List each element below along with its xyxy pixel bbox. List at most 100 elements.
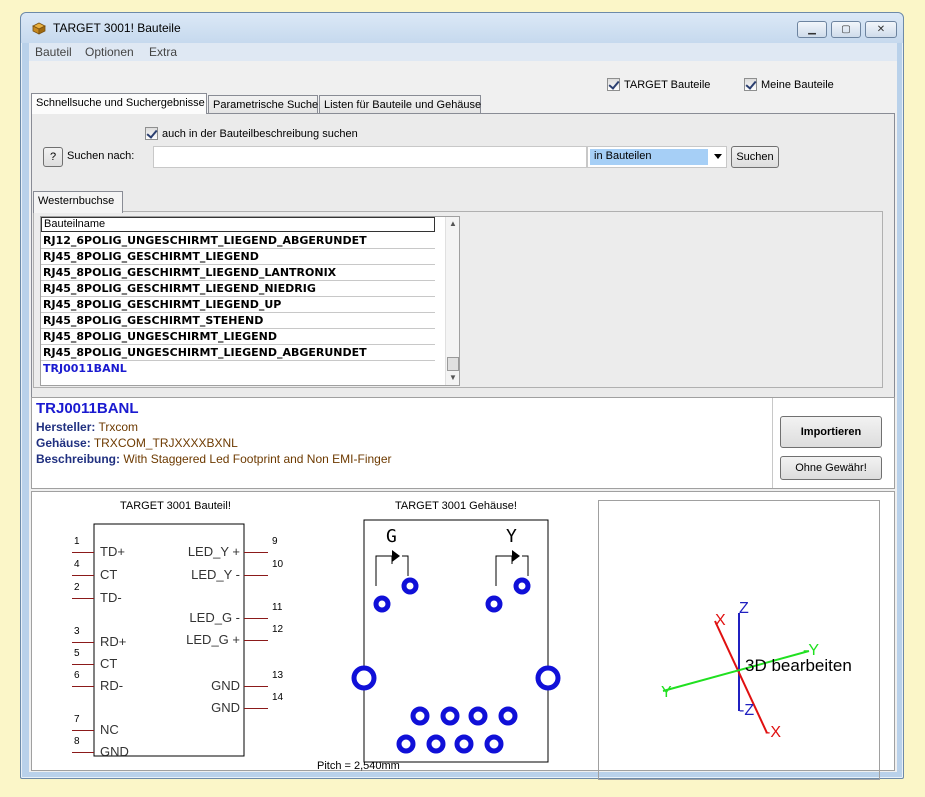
list-item[interactable]: RJ45_8POLIG_GESCHIRMT_LIEGEND_NIEDRIG bbox=[41, 281, 435, 297]
pin-name: LED_Y - bbox=[191, 567, 240, 582]
axis-neg-x-label: -X bbox=[765, 724, 781, 741]
preview-area: TARGET 3001 Bauteil! 1 TD+ 4 CT 2 TD- 3 RD+ 5 CT 6… bbox=[31, 491, 895, 780]
pin-line bbox=[72, 552, 94, 553]
search-input[interactable] bbox=[153, 146, 587, 168]
package-caption: TARGET 3001 Gehäuse! bbox=[395, 500, 517, 512]
package-footprint[interactable]: G Y bbox=[332, 516, 572, 766]
chevron-down-icon bbox=[714, 154, 722, 159]
pin-line bbox=[72, 664, 94, 665]
window-title: TARGET 3001! Bauteile bbox=[53, 21, 181, 35]
list-item[interactable]: RJ45_8POLIG_GESCHIRMT_STEHEND bbox=[41, 313, 435, 329]
list-item-selected[interactable]: TRJ0011BANL bbox=[41, 361, 435, 377]
pin-number: 5 bbox=[74, 648, 80, 659]
3d-view[interactable]: Z -Z X -X Y -Y 3D bearbeiten bbox=[598, 500, 880, 780]
search-description-option[interactable]: auch in der Bauteilbeschreibung suchen bbox=[145, 127, 358, 140]
pin-name: GND bbox=[211, 678, 240, 693]
my-parts-label: Meine Bauteile bbox=[761, 78, 834, 91]
details-divider bbox=[772, 398, 773, 488]
tab-westernbuchse[interactable]: Westernbuchse bbox=[33, 191, 123, 213]
search-scope-select[interactable]: in Bauteilen bbox=[587, 146, 727, 168]
pin-number: 3 bbox=[74, 626, 80, 637]
pin-number: 13 bbox=[272, 670, 284, 681]
search-scope-value: in Bauteilen bbox=[590, 149, 708, 165]
pin-line bbox=[244, 618, 268, 619]
menu-bar: Bauteil Optionen Extra bbox=[29, 43, 897, 61]
title-bar[interactable]: TARGET 3001! Bauteile ▁ ▢ ✕ bbox=[21, 13, 903, 43]
axis-neg-z-label: -Z bbox=[739, 702, 754, 719]
list-header[interactable]: Bauteilname bbox=[41, 217, 435, 232]
axis-y-label: Y bbox=[661, 684, 672, 701]
pin-name: GND bbox=[211, 700, 240, 715]
description-value: With Staggered Led Footprint and Non EMI… bbox=[123, 452, 392, 466]
pin-name: RD- bbox=[100, 678, 124, 693]
import-button[interactable]: Importieren bbox=[780, 416, 882, 448]
target-parts-checkbox[interactable] bbox=[607, 78, 620, 91]
pin-name: LED_Y + bbox=[187, 544, 240, 559]
menu-bauteil[interactable]: Bauteil bbox=[35, 45, 72, 59]
manufacturer-row: Hersteller: Trxcom bbox=[36, 420, 138, 434]
parts-window: TARGET 3001! Bauteile ▁ ▢ ✕ Bauteil Opti… bbox=[20, 12, 904, 780]
tab-lists[interactable]: Listen für Bauteile und Gehäuse bbox=[319, 95, 481, 114]
package-row: Gehäuse: TRXCOM_TRJXXXXBXNL bbox=[36, 436, 238, 450]
pin-name: RD+ bbox=[100, 634, 127, 649]
pin-number: 6 bbox=[74, 670, 80, 681]
manufacturer-label: Hersteller: bbox=[36, 420, 96, 434]
pin-name: TD+ bbox=[100, 544, 125, 559]
pin-number: 11 bbox=[272, 602, 283, 613]
pin-name: LED_G - bbox=[189, 610, 240, 625]
pin-line bbox=[72, 752, 94, 753]
minimize-button[interactable]: ▁ bbox=[797, 21, 827, 38]
pin-number: 4 bbox=[74, 559, 80, 570]
search-description-checkbox[interactable] bbox=[145, 127, 158, 140]
pin-name: GND bbox=[100, 744, 129, 759]
menu-optionen[interactable]: Optionen bbox=[85, 45, 134, 59]
pitch-label: Pitch = 2,540mm bbox=[317, 760, 400, 772]
pin-name: NC bbox=[100, 722, 119, 737]
pin-number: 14 bbox=[272, 692, 284, 703]
list-item[interactable]: RJ45_8POLIG_GESCHIRMT_LIEGEND_UP bbox=[41, 297, 435, 313]
pin-name: CT bbox=[100, 656, 118, 671]
menu-extra[interactable]: Extra bbox=[149, 45, 177, 59]
pin-line bbox=[72, 642, 94, 643]
help-button[interactable]: ? bbox=[43, 147, 63, 167]
minimize-icon: ▁ bbox=[808, 24, 816, 35]
list-scrollbar[interactable]: ▲ ▼ bbox=[445, 217, 459, 385]
pin-line bbox=[244, 575, 268, 576]
pin-number: 10 bbox=[272, 559, 284, 570]
pin-name: CT bbox=[100, 567, 118, 582]
close-button[interactable]: ✕ bbox=[865, 21, 897, 38]
axis-x-label: X bbox=[715, 612, 726, 629]
package-label: Gehäuse: bbox=[36, 436, 91, 450]
my-parts-filter[interactable]: Meine Bauteile bbox=[744, 78, 834, 91]
search-button[interactable]: Suchen bbox=[731, 146, 779, 168]
package-value: TRXCOM_TRJXXXXBXNL bbox=[93, 436, 238, 450]
scroll-thumb[interactable] bbox=[447, 357, 459, 371]
scroll-down-icon[interactable]: ▼ bbox=[449, 373, 457, 382]
target-parts-label: TARGET Bauteile bbox=[624, 78, 711, 91]
list-item[interactable]: RJ45_8POLIG_GESCHIRMT_LIEGEND_LANTRONIX bbox=[41, 265, 435, 281]
tab-parametric-search[interactable]: Parametrische Suche bbox=[208, 95, 318, 114]
target-parts-filter[interactable]: TARGET Bauteile bbox=[607, 78, 710, 91]
pin-line bbox=[244, 640, 268, 641]
pin-number: 1 bbox=[74, 536, 80, 547]
pin-number: 12 bbox=[272, 624, 284, 635]
pin-line bbox=[244, 708, 268, 709]
my-parts-checkbox[interactable] bbox=[744, 78, 757, 91]
scroll-up-icon[interactable]: ▲ bbox=[449, 219, 457, 228]
list-item[interactable]: RJ12_6POLIG_UNGESCHIRMT_LIEGEND_ABGERUND… bbox=[41, 233, 435, 249]
list-item[interactable]: RJ45_8POLIG_UNGESCHIRMT_LIEGEND bbox=[41, 329, 435, 345]
description-row: Beschreibung: With Staggered Led Footpri… bbox=[36, 452, 392, 466]
pin-number: 8 bbox=[74, 736, 80, 747]
tab-quick-search[interactable]: Schnellsuche und Suchergebnisse bbox=[31, 93, 207, 114]
part-name: TRJ0011BANL bbox=[36, 400, 139, 417]
pin-number: 9 bbox=[272, 536, 278, 547]
search-label: Suchen nach: bbox=[67, 150, 135, 162]
maximize-button[interactable]: ▢ bbox=[831, 21, 861, 38]
no-warranty-button[interactable]: Ohne Gewähr! bbox=[780, 456, 882, 480]
list-item[interactable]: RJ45_8POLIG_UNGESCHIRMT_LIEGEND_ABGERUND… bbox=[41, 345, 435, 361]
parts-list[interactable]: Bauteilname RJ12_6POLIG_UNGESCHIRMT_LIEG… bbox=[40, 216, 460, 386]
edit-3d-label: 3D bearbeiten bbox=[745, 656, 852, 675]
results-area: Bauteilname RJ12_6POLIG_UNGESCHIRMT_LIEG… bbox=[33, 211, 883, 388]
pin-name: LED_G + bbox=[186, 632, 240, 647]
list-item[interactable]: RJ45_8POLIG_GESCHIRMT_LIEGEND bbox=[41, 249, 435, 265]
